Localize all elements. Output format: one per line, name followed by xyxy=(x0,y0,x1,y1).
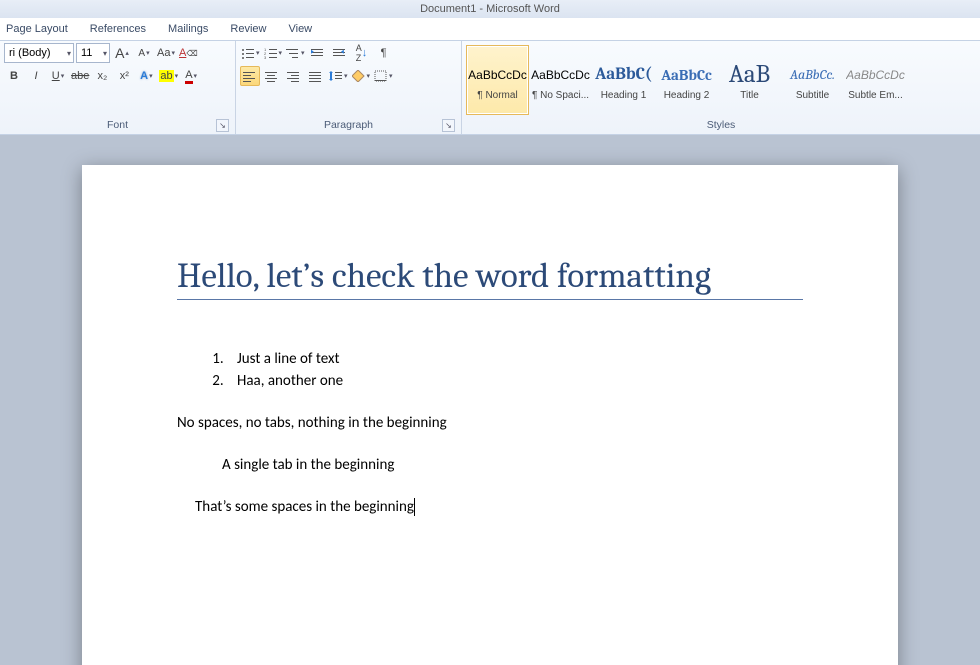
superscript-button[interactable]: x² xyxy=(114,66,134,86)
group-font: ri (Body) 11 A▴ A▾ Aa▾ A⌫ B I U▾ abe x₂ … xyxy=(0,41,236,134)
sort-button[interactable]: AZ↓ xyxy=(352,43,372,63)
list-item[interactable]: Just a line of text xyxy=(227,350,803,368)
shrink-font-button[interactable]: A▾ xyxy=(134,43,154,63)
text-effects-button[interactable]: A▾ xyxy=(136,66,156,86)
decrease-indent-button[interactable] xyxy=(308,43,328,63)
text-cursor xyxy=(414,498,415,516)
line-spacing-button[interactable]: ▾ xyxy=(328,66,349,86)
styles-gallery[interactable]: AaBbCcDc¶ Normal AaBbCcDc¶ No Spaci... A… xyxy=(466,43,976,117)
justify-button[interactable] xyxy=(306,66,326,86)
bold-button[interactable]: B xyxy=(4,66,24,86)
strikethrough-button[interactable]: abe xyxy=(70,66,90,86)
align-center-button[interactable] xyxy=(262,66,282,86)
style-heading2[interactable]: AaBbCcHeading 2 xyxy=(655,45,718,115)
paragraph-dialog-launcher[interactable]: ↘ xyxy=(442,119,455,132)
svg-text:3: 3 xyxy=(264,55,267,59)
font-family-combo[interactable]: ri (Body) xyxy=(4,43,74,63)
multilevel-list-button[interactable]: ▾ xyxy=(285,43,306,63)
document-heading[interactable]: Hello, let’s check the word formatting xyxy=(177,255,803,300)
ribbon: ri (Body) 11 A▴ A▾ Aa▾ A⌫ B I U▾ abe x₂ … xyxy=(0,40,980,135)
tab-references[interactable]: References xyxy=(90,23,146,35)
document-workspace[interactable]: Hello, let’s check the word formatting J… xyxy=(0,135,980,665)
borders-button[interactable]: ▾ xyxy=(373,66,394,86)
font-dialog-launcher[interactable]: ↘ xyxy=(216,119,229,132)
style-title[interactable]: AaBTitle xyxy=(718,45,781,115)
grow-font-button[interactable]: A▴ xyxy=(112,43,132,63)
increase-indent-button[interactable] xyxy=(330,43,350,63)
shading-button[interactable]: ▾ xyxy=(351,66,372,86)
show-hide-pilcrow-button[interactable]: ¶ xyxy=(374,43,394,63)
group-styles: AaBbCcDc¶ Normal AaBbCcDc¶ No Spaci... A… xyxy=(462,41,980,134)
italic-button[interactable]: I xyxy=(26,66,46,86)
font-size-combo[interactable]: 11 xyxy=(76,43,110,63)
font-color-button[interactable]: A▾ xyxy=(181,66,201,86)
document-numbered-list[interactable]: Just a line of text Haa, another one xyxy=(227,350,803,390)
subscript-button[interactable]: x₂ xyxy=(92,66,112,86)
align-left-button[interactable] xyxy=(240,66,260,86)
tab-mailings[interactable]: Mailings xyxy=(168,23,208,35)
ribbon-tabs: Page Layout References Mailings Review V… xyxy=(0,18,980,40)
change-case-button[interactable]: Aa▾ xyxy=(156,43,176,63)
align-right-button[interactable] xyxy=(284,66,304,86)
style-subtle-emphasis[interactable]: AaBbCcDcSubtle Em... xyxy=(844,45,907,115)
highlight-button[interactable]: ab▾ xyxy=(158,66,179,86)
document-paragraph[interactable]: A single tab in the beginning xyxy=(222,456,803,474)
document-page[interactable]: Hello, let’s check the word formatting J… xyxy=(82,165,898,665)
document-paragraph[interactable]: No spaces, no tabs, nothing in the begin… xyxy=(177,414,803,432)
group-paragraph-label: Paragraph xyxy=(324,119,373,131)
font-size-value: 11 xyxy=(81,47,92,59)
group-paragraph: ▾ 123▾ ▾ AZ↓ ¶ ▾ ▾ ▾ Paragraph ↘ xyxy=(236,41,462,134)
group-styles-label: Styles xyxy=(707,119,736,131)
style-subtitle[interactable]: AaBbCc.Subtitle xyxy=(781,45,844,115)
style-no-spacing[interactable]: AaBbCcDc¶ No Spaci... xyxy=(529,45,592,115)
numbering-button[interactable]: 123▾ xyxy=(263,43,284,63)
style-heading1[interactable]: AaBbC(Heading 1 xyxy=(592,45,655,115)
underline-button[interactable]: U▾ xyxy=(48,66,68,86)
font-family-value: ri (Body) xyxy=(9,47,51,59)
title-bar: Document1 - Microsoft Word xyxy=(0,0,980,18)
document-paragraph[interactable]: That’s some spaces in the beginning xyxy=(195,498,803,516)
tab-review[interactable]: Review xyxy=(230,23,266,35)
list-item[interactable]: Haa, another one xyxy=(227,372,803,390)
group-font-label: Font xyxy=(107,119,128,131)
tab-view[interactable]: View xyxy=(288,23,312,35)
tab-page-layout[interactable]: Page Layout xyxy=(6,23,68,35)
window-title: Document1 - Microsoft Word xyxy=(420,3,560,15)
bullets-button[interactable]: ▾ xyxy=(240,43,261,63)
clear-formatting-button[interactable]: A⌫ xyxy=(178,43,199,63)
style-normal[interactable]: AaBbCcDc¶ Normal xyxy=(466,45,529,115)
